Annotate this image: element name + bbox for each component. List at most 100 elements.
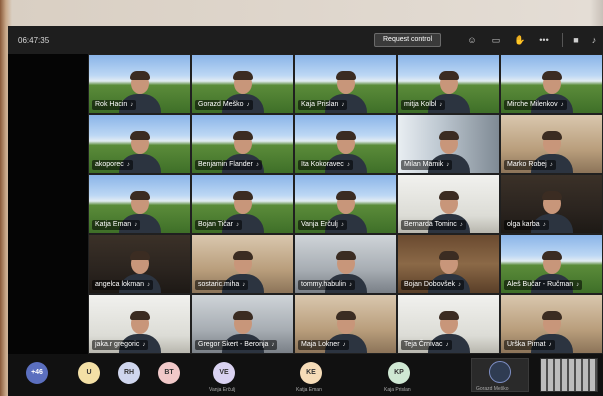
- avatar[interactable]: U: [78, 362, 100, 384]
- participant-tile[interactable]: Teja Črnivac ♪: [397, 294, 500, 354]
- participant-name-text: Aleš Bučar - Ručman: [507, 281, 574, 288]
- participant-name: sostaric.miha ♪: [195, 280, 249, 290]
- participant-tile[interactable]: Aleš Bučar - Ručman ♪: [500, 234, 603, 294]
- participant-tile[interactable]: tommy.habulin ♪: [294, 234, 397, 294]
- participant-name-text: mitja Kolbl: [404, 101, 437, 108]
- participant-name-text: Rok Hacin: [95, 101, 128, 108]
- mic-muted-icon: ♪: [446, 162, 450, 168]
- mic-muted-icon: ♪: [147, 282, 151, 288]
- mic-muted-icon: ♪: [255, 162, 259, 168]
- mic-muted-icon: ♪: [560, 102, 564, 108]
- mic-muted-icon: ♪: [134, 222, 138, 228]
- participant-name: Aleš Bučar - Ručman ♪: [504, 280, 583, 290]
- participant-tile[interactable]: Mirche Milenkov ♪: [500, 54, 603, 114]
- participant-name: Benjamin Flander ♪: [195, 160, 262, 170]
- participant-tile[interactable]: Bojan Dobovšek ♪: [397, 234, 500, 294]
- self-video-tile[interactable]: Gorazd Meško: [471, 358, 529, 392]
- participant-name-text: Bernarda Tominc: [404, 221, 457, 228]
- participant-name-text: tommy.habulin: [301, 281, 347, 288]
- participant-tile[interactable]: Maja Lokner ♪: [294, 294, 397, 354]
- participant-tile[interactable]: Rok Hacin ♪: [88, 54, 191, 114]
- mic-muted-icon: ♪: [126, 162, 130, 168]
- meeting-window: 06:47:35 Request control ☺ ▭ ✋ ••• ■ ♪ R…: [8, 26, 603, 396]
- participant-name-text: Vanja Erčulj: [301, 221, 338, 228]
- participant-tile[interactable]: angelca lokman ♪: [88, 234, 191, 294]
- participant-tile[interactable]: Gregor Skert - Beronja ♪: [191, 294, 294, 354]
- mic-muted-icon: ♪: [457, 282, 461, 288]
- participant-overflow-bar: +46 U RH BT VE Vanja Erčulj KE Katja Eman KP Kaj…: [8, 354, 603, 396]
- participant-tile[interactable]: Kaja Prislan ♪: [294, 54, 397, 114]
- participant-tile[interactable]: Urška Pirnat ♪: [500, 294, 603, 354]
- participant-name: Katja Eman ♪: [92, 220, 141, 230]
- participant-tile[interactable]: olga karba ♪: [500, 174, 603, 234]
- participant-tile[interactable]: mitja Kolbl ♪: [397, 54, 500, 114]
- request-control-button[interactable]: Request control: [374, 33, 442, 47]
- mic-muted-icon: ♪: [340, 222, 344, 228]
- participant-tile[interactable]: Gorazd Meško ♪: [191, 54, 294, 114]
- participant-name: tommy.habulin ♪: [298, 280, 356, 290]
- participant-tile[interactable]: sostaric.miha ♪: [191, 234, 294, 294]
- chat-icon[interactable]: ▭: [490, 34, 502, 46]
- mic-muted-icon: ♪: [236, 222, 240, 228]
- participant-tile[interactable]: Ita Kokoravec ♪: [294, 114, 397, 174]
- participant-name-text: Bojan Dobovšek: [404, 281, 455, 288]
- participant-name-text: Gorazd Meško: [198, 101, 244, 108]
- mic-muted-icon: ♪: [246, 102, 250, 108]
- participant-tile[interactable]: Vanja Erčulj ♪: [294, 174, 397, 234]
- mic-muted-icon: ♪: [142, 342, 146, 348]
- avatar[interactable]: KE: [300, 362, 322, 384]
- avatar[interactable]: KP: [388, 362, 410, 384]
- participant-tile[interactable]: akoporec ♪: [88, 114, 191, 174]
- participant-name-text: Katja Eman: [95, 221, 132, 228]
- participant-name: Bernarda Tominc ♪: [401, 220, 466, 230]
- mic-muted-icon: ♪: [342, 342, 346, 348]
- participant-name-text: akoporec: [95, 161, 124, 168]
- participant-name-text: angelca lokman: [95, 281, 145, 288]
- mic-icon[interactable]: ♪: [588, 34, 600, 46]
- participant-tile[interactable]: jaka.r gregoric ♪: [88, 294, 191, 354]
- participant-name: Bojan Dobovšek ♪: [401, 280, 464, 290]
- participant-name: Maja Lokner ♪: [298, 340, 349, 350]
- participant-tile[interactable]: Milan Mamik ♪: [397, 114, 500, 174]
- participant-name: Mirche Milenkov ♪: [504, 100, 567, 110]
- participant-name-text: Milan Mamik: [404, 161, 444, 168]
- mic-muted-icon: ♪: [242, 282, 246, 288]
- mic-muted-icon: ♪: [349, 282, 353, 288]
- avatar: [489, 361, 511, 383]
- raise-hand-icon[interactable]: ✋: [514, 34, 526, 46]
- participant-name: angelca lokman ♪: [92, 280, 154, 290]
- participant-name-text: Kaja Prislan: [301, 101, 339, 108]
- meeting-topbar: 06:47:35 Request control ☺ ▭ ✋ ••• ■ ♪: [8, 26, 603, 54]
- reactions-icon[interactable]: ☺: [466, 34, 478, 46]
- participant-name: Milan Mamik ♪: [401, 160, 453, 170]
- participant-name-text: Benjamin Flander: [198, 161, 253, 168]
- participant-tile[interactable]: Marko Robej ♪: [500, 114, 603, 174]
- participant-name: Ita Kokoravec ♪: [298, 160, 353, 170]
- mic-muted-icon: ♪: [548, 342, 552, 348]
- more-icon[interactable]: •••: [538, 34, 550, 46]
- participant-tile[interactable]: Bernarda Tominc ♪: [397, 174, 500, 234]
- mic-muted-icon: ♪: [271, 342, 275, 348]
- participant-name: Vanja Erčulj ♪: [298, 220, 347, 230]
- avatar[interactable]: BT: [158, 362, 180, 384]
- participant-tile[interactable]: Benjamin Flander ♪: [191, 114, 294, 174]
- participant-name-text: Gregor Skert - Beronja: [198, 341, 269, 348]
- participant-name-text: Maja Lokner: [301, 341, 340, 348]
- participant-tile[interactable]: Katja Eman ♪: [88, 174, 191, 234]
- participant-name: Urška Pirnat ♪: [504, 340, 555, 350]
- participant-name-text: Marko Robej: [507, 161, 547, 168]
- participant-name: akoporec ♪: [92, 160, 133, 170]
- self-label: Gorazd Meško: [476, 386, 509, 392]
- camera-icon[interactable]: ■: [570, 34, 582, 46]
- mic-muted-icon: ♪: [542, 222, 546, 228]
- participant-name: Gregor Skert - Beronja ♪: [195, 340, 278, 350]
- participant-name: Marko Robej ♪: [504, 160, 556, 170]
- shared-content-thumbnail[interactable]: [540, 358, 598, 392]
- avatar[interactable]: RH: [118, 362, 140, 384]
- participant-name: mitja Kolbl ♪: [401, 100, 446, 110]
- overflow-count-badge[interactable]: +46: [26, 362, 48, 384]
- participant-tile[interactable]: Bojan Tičar ♪: [191, 174, 294, 234]
- participant-name-text: Ita Kokoravec: [301, 161, 344, 168]
- participant-name-text: sostaric.miha: [198, 281, 240, 288]
- avatar[interactable]: VE: [213, 362, 235, 384]
